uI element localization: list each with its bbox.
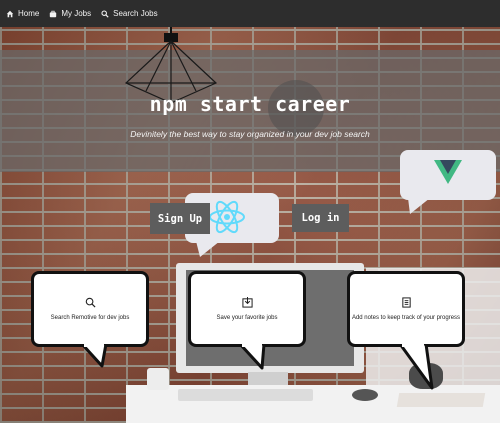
feature-card-text: Search Remotive for dev jobs	[50, 315, 130, 321]
feature-card-text: Save your favorite jobs	[216, 315, 278, 321]
card-3-tail	[398, 344, 434, 390]
feature-card-save: Save your favorite jobs	[188, 271, 306, 347]
nav-my-jobs-label: My Jobs	[61, 9, 92, 18]
nav-home-link[interactable]: Home	[6, 9, 39, 18]
feature-card-text: Add notes to keep track of your progress	[351, 315, 461, 321]
save-icon	[241, 297, 253, 308]
briefcase-icon	[50, 10, 57, 17]
nav-home-label: Home	[18, 9, 40, 18]
home-icon	[6, 10, 14, 17]
nav-search-jobs-link[interactable]: Search Jobs	[101, 9, 158, 18]
search-icon	[85, 297, 96, 308]
nav-search-jobs-label: Search Jobs	[113, 9, 158, 18]
keyboard-image	[178, 389, 313, 401]
vue-logo-bubble	[400, 150, 496, 200]
cup-image	[147, 368, 169, 390]
notes-icon	[401, 297, 411, 308]
top-navbar: Home My Jobs Search Jobs	[0, 0, 500, 27]
mouse-image	[352, 389, 378, 401]
vue-bubble-tail	[408, 198, 430, 214]
log-in-button[interactable]: Log in	[292, 204, 349, 232]
monitor-stand	[248, 372, 288, 386]
book-image	[396, 393, 486, 407]
nav-my-jobs-link[interactable]: My Jobs	[49, 9, 91, 18]
page-subtitle: Devinitely the best way to stay organize…	[130, 129, 370, 139]
card-1-tail	[80, 344, 108, 368]
feature-card-notes: Add notes to keep track of your progress	[347, 271, 465, 347]
page-title: npm start career	[149, 92, 351, 116]
vue-logo-icon	[434, 160, 462, 184]
react-bubble-tail	[196, 241, 220, 257]
feature-card-search: Search Remotive for dev jobs	[31, 271, 149, 347]
card-2-tail	[238, 344, 266, 370]
search-icon	[101, 9, 109, 18]
sign-up-button[interactable]: Sign Up	[150, 203, 210, 234]
